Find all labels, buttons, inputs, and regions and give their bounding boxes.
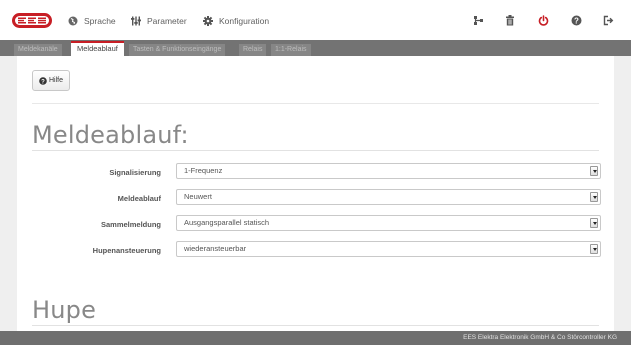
hupenansteuerung-select[interactable]: wiederansteuerbar (176, 241, 601, 257)
nav-konfiguration-label: Konfiguration (219, 15, 270, 26)
trash-icon (506, 14, 514, 25)
section-title-meldeablauf: Meldeablauf: (32, 121, 189, 149)
dropdown-arrow-icon (590, 218, 598, 228)
dropdown-arrow-icon (590, 244, 598, 254)
section-title-hupe: Hupe (32, 296, 97, 324)
nav-parameter-label: Parameter (147, 15, 187, 26)
help-icon: ? (571, 15, 581, 25)
dropdown-arrow-icon (590, 166, 598, 176)
network-button[interactable] (471, 13, 485, 27)
signalisierung-value: 1-Frequenz (184, 166, 223, 175)
nav-sprache-label: Sprache (84, 15, 116, 26)
hupenansteuerung-value: wiederansteuerbar (184, 244, 247, 253)
svg-text:?: ? (41, 79, 45, 85)
help-nav-button[interactable]: ? (569, 13, 583, 27)
tab-meldekanaele[interactable]: Meldekanäle (14, 44, 62, 56)
power-button[interactable] (536, 13, 550, 27)
signalisierung-select[interactable]: 1-Frequenz (176, 163, 601, 179)
tab-relais[interactable]: Relais (239, 44, 267, 56)
nav-sprache[interactable]: Sprache (68, 14, 116, 27)
sammelmeldung-select[interactable]: Ausgangsparallel statisch (176, 215, 601, 231)
sammelmeldung-value: Ausgangsparallel statisch (184, 218, 270, 227)
logout-icon (603, 15, 613, 25)
content-panel: ? Hilfe Meldeablauf: Signalisierung 1-Fr… (17, 56, 614, 331)
logout-button[interactable] (601, 13, 615, 27)
svg-text:?: ? (574, 16, 579, 25)
ees-logo[interactable] (12, 13, 52, 28)
tab-1-1-relais[interactable]: 1:1-Relais (271, 44, 311, 56)
sliders-icon (131, 16, 141, 25)
nav-konfiguration[interactable]: Konfiguration (203, 14, 269, 27)
tab-meldeablauf[interactable]: Meldeablauf (71, 41, 124, 56)
help-button[interactable]: ? Hilfe (32, 70, 70, 91)
divider (32, 103, 599, 104)
section-divider (32, 150, 599, 151)
section-divider (32, 325, 599, 326)
delete-button[interactable] (503, 13, 517, 27)
field-label-hupenansteuerung: Hupenansteuerung (92, 246, 161, 255)
network-icon (473, 15, 483, 25)
gear-icon (203, 15, 213, 26)
help-button-label: Hilfe (48, 77, 63, 84)
globe-icon (68, 16, 78, 25)
meldeablauf-value: Neuwert (184, 192, 212, 201)
help-circle-icon: ? (39, 76, 47, 85)
footer-company-text: EES Elektra Elektronik GmbH & Co Störcon… (463, 334, 617, 341)
meldeablauf-select[interactable]: Neuwert (176, 189, 601, 205)
tab-tasten-funktionseingaenge[interactable]: Tasten & Funktionseingänge (129, 44, 226, 56)
dropdown-arrow-icon (590, 192, 598, 202)
nav-parameter[interactable]: Parameter (131, 14, 187, 27)
field-label-signalisierung: Signalisierung (109, 168, 161, 177)
footer: EES Elektra Elektronik GmbH & Co Störcon… (0, 331, 631, 345)
power-icon (538, 14, 548, 26)
top-navbar: Sprache Parameter Konfiguration ? (0, 0, 631, 40)
field-label-meldeablauf: Meldeablauf (117, 194, 161, 203)
field-label-sammelmeldung: Sammelmeldung (100, 220, 161, 229)
